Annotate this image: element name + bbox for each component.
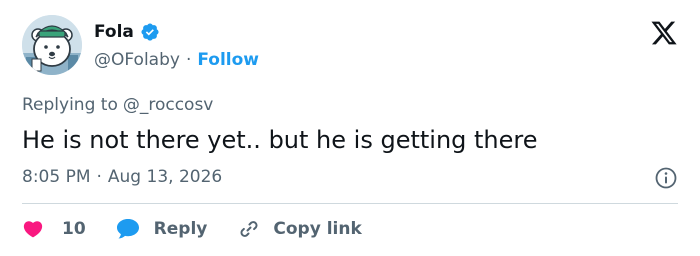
heart-icon [22,218,44,240]
tweet-timestamp[interactable]: 8:05 PM · Aug 13, 2026 [22,165,222,189]
tweet-text: He is not there yet.. but he is getting … [22,126,538,154]
replying-to-line: Replying to @_roccosv [22,93,213,117]
author-handle[interactable]: @OFolaby [94,50,180,70]
display-name[interactable]: Fola [94,22,134,42]
timestamp-separator: · [96,167,102,187]
info-icon[interactable] [654,166,678,190]
follow-link[interactable]: Follow [197,50,259,70]
reply-button[interactable]: Reply [116,218,208,240]
tweet-time: 8:05 PM [22,167,91,187]
like-count: 10 [62,219,86,239]
avatar[interactable] [22,15,82,75]
verified-badge-icon [140,22,160,42]
link-icon [237,217,261,241]
x-logo-icon[interactable] [650,19,678,47]
divider [22,203,678,204]
author-name-row: Fola [94,20,160,44]
reply-label: Reply [153,219,208,239]
copy-link-button[interactable]: Copy link [237,217,362,241]
tweet-date: Aug 13, 2026 [107,167,223,187]
handle-separator: · [185,50,192,70]
replying-to-handle[interactable]: @_roccosv [123,95,214,115]
tweet-actions: 10 Reply Copy link [22,214,362,244]
embedded-tweet-card: Fola @OFolaby · Follow Replying to @_roc… [0,0,700,256]
polar-bear-avatar-icon [22,15,82,75]
author-handle-row: @OFolaby · Follow [94,48,259,72]
like-button[interactable]: 10 [22,218,86,240]
replying-to-label: Replying to [22,95,118,115]
copy-link-label: Copy link [273,219,362,239]
speech-bubble-icon [116,218,140,240]
